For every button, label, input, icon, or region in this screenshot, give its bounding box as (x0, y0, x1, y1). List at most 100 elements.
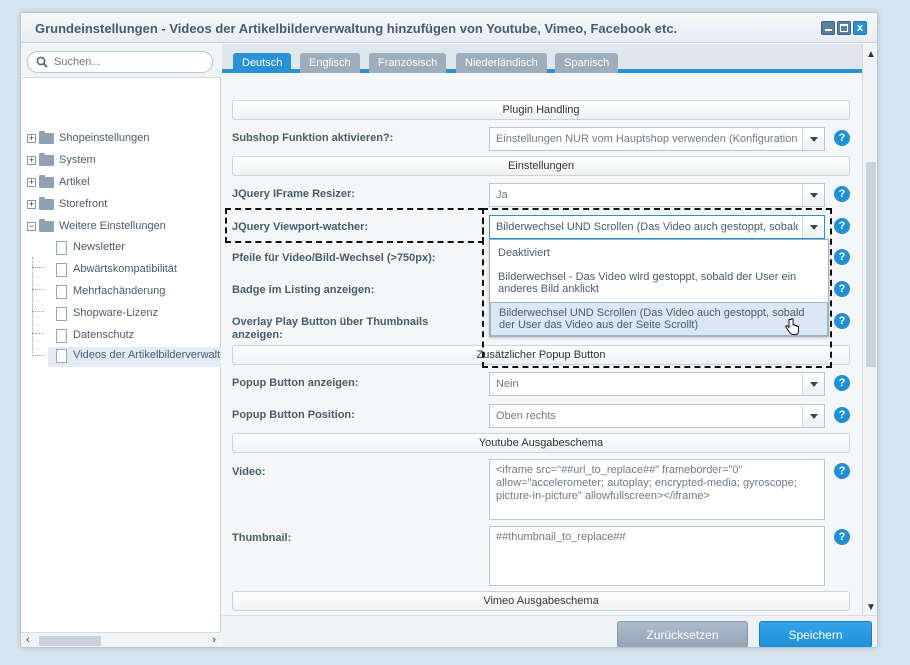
collapse-icon[interactable]: − (27, 222, 36, 231)
dropdown-option-bilderwechsel[interactable]: Bilderwechsel - Das Video wird gestoppt,… (490, 267, 828, 302)
tree-item-label: Shopeinstellungen (59, 132, 150, 144)
chevron-down-icon[interactable] (802, 216, 824, 238)
scroll-right-icon[interactable]: › (212, 634, 216, 646)
help-icon[interactable]: ? (834, 407, 850, 423)
video-textarea[interactable]: <iframe src="##url_to_replace##" framebo… (489, 459, 825, 520)
tree-item-system[interactable]: + System (27, 152, 217, 172)
tree-item-label: Abwärtskompatibilität (73, 263, 177, 275)
tree-item-weitere-einstellungen[interactable]: − Weitere Einstellungen (27, 218, 217, 238)
tree-item-label: Weitere Einstellungen (59, 220, 166, 232)
subshop-label: Subshop Funktion aktivieren?: (232, 132, 394, 144)
scroll-up-icon[interactable]: ▲ (866, 49, 876, 60)
tree-item-videos[interactable]: Videos der Artikelbilderverwaltung (48, 347, 221, 367)
tree-item-label: Datenschutz (73, 329, 135, 341)
viewport-watcher-value: Bilderwechsel UND Scrollen (Das Video au… (496, 221, 798, 233)
reset-button[interactable]: Zurücksetzen (617, 621, 748, 647)
tree-item-label: Mehrfachänderung (73, 285, 166, 297)
help-icon[interactable]: ? (834, 529, 850, 545)
settings-window: Grundeinstellungen - Videos der Artikelb… (20, 12, 878, 648)
help-icon[interactable]: ? (834, 463, 850, 479)
chevron-down-icon[interactable] (802, 184, 824, 206)
tree-item-label: Storefront (59, 198, 108, 210)
help-icon[interactable]: ? (834, 186, 850, 202)
iframe-resizer-value: Ja (496, 189, 508, 201)
popup-show-value: Nein (496, 378, 519, 390)
tree-item-shopware-lizenz[interactable]: Shopware-Lizenz (56, 305, 221, 325)
help-icon[interactable]: ? (834, 130, 850, 146)
section-popup-button: Zusätzlicher Popup Button (232, 345, 850, 365)
sidebar: + Shopeinstellungen + System + Artikel +… (21, 44, 221, 647)
scroll-left-icon[interactable]: ‹ (26, 634, 30, 646)
help-icon[interactable]: ? (834, 281, 850, 297)
tree-item-label: Newsletter (73, 241, 125, 253)
search-input[interactable] (54, 55, 204, 69)
chevron-down-icon[interactable] (802, 128, 824, 150)
tab-englisch[interactable]: Englisch (300, 53, 360, 73)
maximize-button[interactable] (837, 21, 851, 35)
tab-deutsch[interactable]: Deutsch (233, 53, 292, 73)
popup-position-value: Oben rechts (496, 410, 556, 422)
document-icon (56, 285, 67, 299)
window-titlebar[interactable]: Grundeinstellungen - Videos der Artikelb… (21, 13, 877, 43)
help-icon[interactable]: ? (834, 375, 850, 391)
section-plugin-handling: Plugin Handling (232, 100, 850, 120)
folder-icon (39, 153, 54, 166)
chevron-down-icon[interactable] (802, 373, 824, 395)
expand-icon[interactable]: + (27, 200, 36, 209)
tree-item-shopeinstellungen[interactable]: + Shopeinstellungen (27, 130, 217, 150)
tree-item-storefront[interactable]: + Storefront (27, 196, 217, 216)
scroll-thumb[interactable] (866, 162, 876, 367)
tab-franzoesisch[interactable]: Französisch (369, 53, 447, 73)
help-icon[interactable]: ? (834, 218, 850, 234)
sidebar-horizontal-scrollbar[interactable]: ‹ › (21, 632, 221, 647)
tab-niederlaendisch[interactable]: Niederländisch (456, 53, 547, 73)
expand-icon[interactable]: + (27, 134, 36, 143)
tab-spanisch[interactable]: Spanisch (555, 53, 619, 73)
maximize-icon (840, 24, 848, 32)
tree-item-datenschutz[interactable]: Datenschutz (56, 327, 221, 347)
tree-item-newsletter[interactable]: Newsletter (56, 239, 221, 259)
viewport-watcher-select[interactable]: Bilderwechsel UND Scrollen (Das Video au… (489, 215, 825, 239)
scroll-down-icon[interactable]: ▼ (866, 602, 876, 613)
expand-icon[interactable]: + (27, 178, 36, 187)
search-box[interactable] (27, 51, 213, 73)
document-icon (56, 241, 67, 255)
language-tabs: Deutsch Englisch Französisch Niederländi… (222, 44, 862, 73)
expand-icon[interactable]: + (27, 156, 36, 165)
tree-guide-line (32, 289, 44, 290)
document-icon (56, 349, 67, 363)
popup-show-label: Popup Button anzeigen: (232, 377, 359, 389)
minimize-button[interactable] (821, 21, 835, 35)
tree-guide-line (32, 333, 44, 334)
save-button[interactable]: Speichern (759, 621, 872, 647)
chevron-down-icon[interactable] (802, 405, 824, 427)
folder-icon (39, 175, 54, 188)
arrows-label: Pfeile für Video/Bild-Wechsel (>750px): (232, 252, 436, 264)
dropdown-option-bilderwechsel-scrollen[interactable]: Bilderwechsel UND Scrollen (Das Video au… (490, 302, 828, 336)
section-einstellungen: Einstellungen (232, 156, 850, 176)
popup-position-select[interactable]: Oben rechts (489, 404, 825, 428)
footer-toolbar: Zurücksetzen Speichern (222, 615, 877, 647)
tree-guide-line (32, 355, 44, 356)
dropdown-option-deaktiviert[interactable]: Deaktiviert (490, 240, 828, 267)
tree-guide-line (32, 267, 44, 268)
iframe-resizer-select[interactable]: Ja (489, 183, 825, 207)
popup-position-label: Popup Button Position: (232, 409, 355, 421)
help-icon[interactable]: ? (834, 249, 850, 265)
tree-item-label: Videos der Artikelbilderverwaltung (73, 349, 221, 361)
tree-item-label: System (59, 154, 96, 166)
folder-icon (39, 131, 54, 144)
close-button[interactable]: x (853, 21, 867, 35)
window-title: Grundeinstellungen - Videos der Artikelb… (35, 21, 678, 36)
tree-item-abwaertskompatibilitaet[interactable]: Abwärtskompatibilität (56, 261, 221, 281)
scroll-thumb[interactable] (39, 636, 101, 646)
viewport-watcher-dropdown: Deaktiviert Bilderwechsel - Das Video wi… (489, 239, 829, 337)
thumbnail-textarea[interactable]: ##thumbnail_to_replace## (489, 526, 825, 586)
tree-item-artikel[interactable]: + Artikel (27, 174, 217, 194)
overlay-label: Overlay Play Button über Thumbnails anze… (232, 316, 429, 341)
subshop-select[interactable]: Einstellungen NUR vom Hauptshop verwende… (489, 127, 825, 151)
tree-item-mehrfachaenderung[interactable]: Mehrfachänderung (56, 283, 221, 303)
popup-show-select[interactable]: Nein (489, 372, 825, 396)
main-vertical-scrollbar[interactable]: ▲ ▼ (862, 44, 877, 615)
help-icon[interactable]: ? (834, 313, 850, 329)
